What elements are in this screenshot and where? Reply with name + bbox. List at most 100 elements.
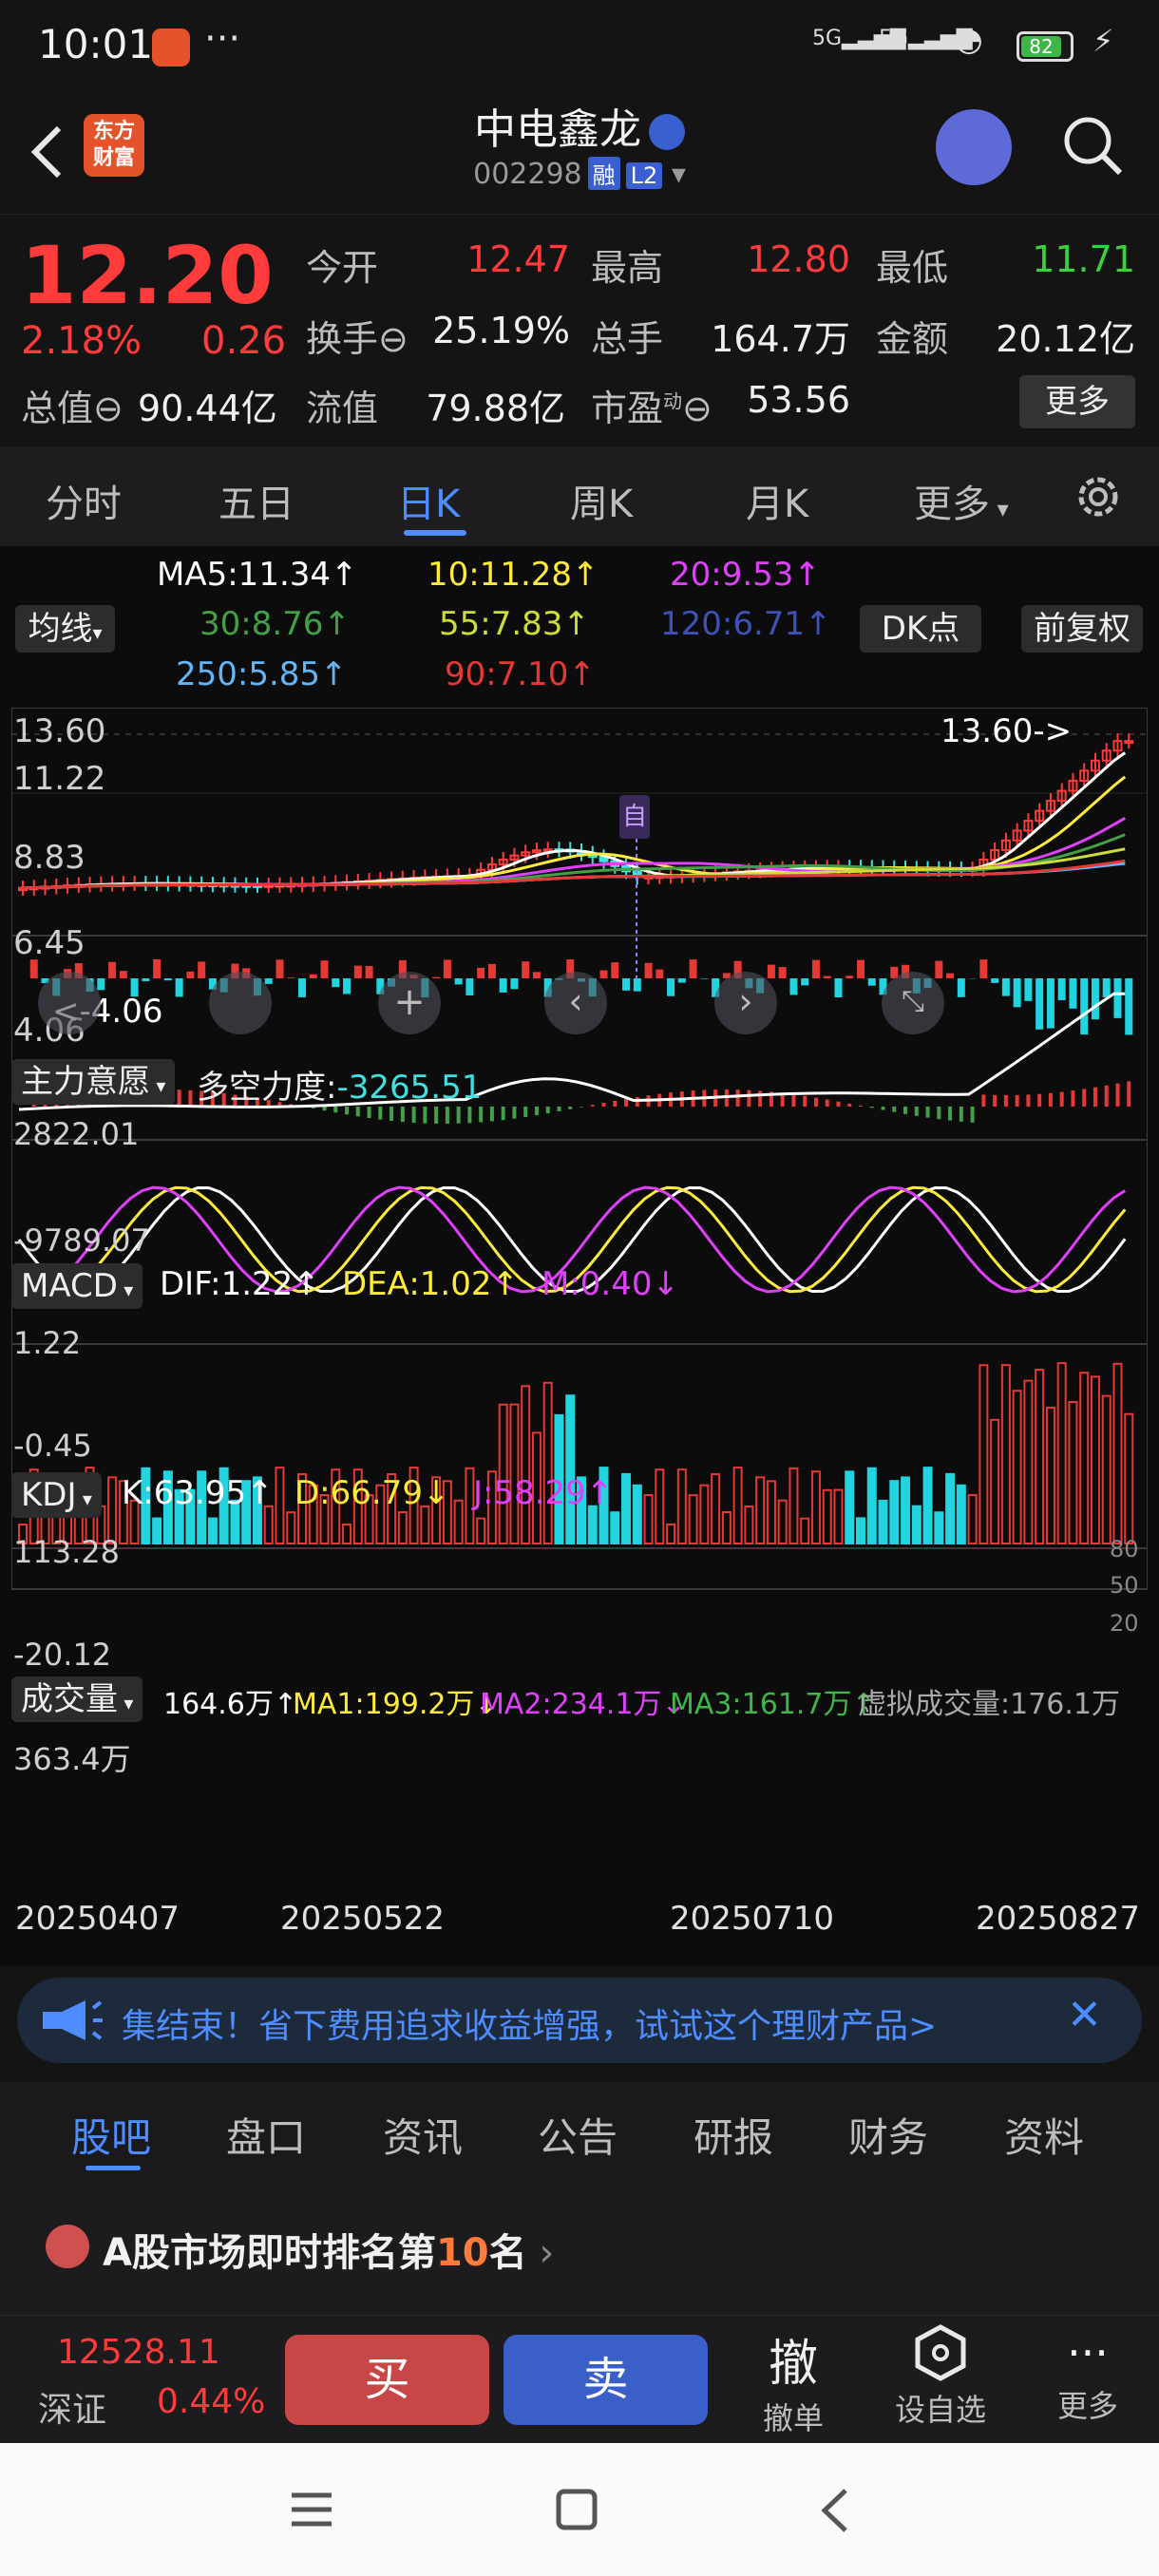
k-chart-area[interactable]: 均线▾ MA5:11.34↑ 10:11.28↑ 20:9.53↑ 30:8.7… [0, 546, 1159, 1966]
vol-ma1: MA1:199.2万↓ [293, 1688, 499, 1721]
flow-bar [477, 967, 485, 978]
quote-panel: 12.20 2.18% 0.26 总值⊖ 90.44亿 今开 12.47 最高 … [0, 214, 1159, 446]
tab-5day[interactable]: 五日 [218, 473, 294, 528]
tab-news[interactable]: 资讯 [383, 2106, 463, 2164]
nav-back-icon[interactable] [819, 2487, 851, 2534]
flow-bar [834, 978, 843, 997]
flow-bar [186, 971, 195, 978]
menu-icon[interactable] [290, 2491, 333, 2529]
kdj-indicator-button[interactable]: KDJ ▾ [11, 1472, 102, 1518]
flow-bar [1001, 978, 1010, 996]
more-label: 更多 [1056, 2388, 1118, 2424]
high-value: 12.80 [747, 238, 850, 280]
date-label-2: 20250522 [280, 1900, 446, 1938]
flow-bar [510, 978, 519, 990]
macd-bar [881, 1107, 885, 1110]
cancel-icon: 撤 [768, 2336, 818, 2393]
ma30-label: 30:8.76↑ [200, 605, 351, 643]
tab-monthly-k[interactable]: 月K [746, 473, 808, 528]
flow-bar [443, 959, 451, 978]
price-axis-2: 11.22 [13, 760, 106, 798]
macd-bar [970, 1107, 975, 1123]
volume-bar [956, 1484, 966, 1544]
add-watchlist-button[interactable]: 设自选 [884, 2323, 998, 2430]
scroll-left-icon[interactable]: ‹ [544, 972, 607, 1034]
search-icon[interactable] [1059, 112, 1126, 179]
flow-bar [1069, 978, 1077, 1009]
volume-bar [1079, 1372, 1090, 1544]
volume-bar [207, 1517, 218, 1545]
settings-gear-icon[interactable] [1072, 470, 1125, 523]
banner-close-icon[interactable]: ✕ [1067, 1991, 1102, 2039]
date-label-1: 20250407 [15, 1900, 180, 1938]
index-value[interactable]: 12528.11 [57, 2333, 220, 2372]
flow-bar [957, 978, 965, 997]
zoom-in-icon[interactable]: + [378, 972, 441, 1034]
flow-bar [522, 961, 530, 978]
more-quote-button[interactable]: 更多 [1019, 375, 1135, 428]
macd-bar [400, 1107, 405, 1123]
market-ranking-row[interactable]: A股市场即时排名第10名 › [0, 2182, 1159, 2315]
hexagon-icon [915, 2324, 966, 2381]
flow-bar [1046, 978, 1054, 1029]
forward-adjust-button[interactable]: 前复权 [1021, 605, 1143, 653]
volume-bar [845, 1470, 855, 1545]
macd-bar [624, 1098, 629, 1107]
float-label: 流值 [306, 388, 379, 429]
macd-bar [423, 1107, 428, 1124]
dk-point-button[interactable]: DK点 [860, 605, 981, 653]
cancel-order-button[interactable]: 撤撤单 [750, 2323, 836, 2438]
flow-bar [298, 978, 306, 997]
margin-tag: 融 [587, 157, 620, 190]
volume-indicator-button[interactable]: 成交量 ▾ [11, 1676, 143, 1722]
sell-button[interactable]: 卖 [504, 2335, 708, 2425]
volume-bar [911, 1505, 922, 1544]
zoom-out-icon[interactable] [209, 972, 272, 1034]
volume-bar [800, 1517, 810, 1544]
flow-bar [532, 972, 541, 978]
macd-bar [434, 1107, 439, 1124]
tab-weekly-k[interactable]: 周K [570, 473, 633, 528]
tab-finance[interactable]: 财务 [848, 2106, 928, 2164]
flow-bar [622, 978, 631, 991]
ma-toggle-button[interactable]: 均线▾ [15, 605, 115, 653]
volume-bar [542, 1381, 553, 1544]
tab-research[interactable]: 研报 [694, 2106, 773, 2164]
macd-bar [813, 1097, 818, 1107]
macd-bar [590, 1105, 595, 1107]
float-value: 79.88亿 [426, 388, 565, 429]
tab-intraday[interactable]: 分时 [46, 473, 122, 528]
flow-bar [1125, 978, 1133, 1035]
flow-bar [198, 961, 206, 978]
tab-profile[interactable]: 资料 [1004, 2106, 1084, 2164]
self-select-marker[interactable]: 自 [619, 795, 650, 839]
more-actions-button[interactable]: ··· 更多 [1040, 2323, 1135, 2426]
flow-indicator-button[interactable]: 主力意愿 ▾ [11, 1059, 176, 1105]
tab-more[interactable]: 更多 ▾ [914, 473, 1009, 528]
scroll-right-icon[interactable]: › [714, 972, 777, 1034]
volume-bar [1124, 1412, 1134, 1544]
promo-banner[interactable]: 集结束！省下费用追求收益增强，试试这个理财产品> ✕ [17, 1978, 1142, 2063]
tab-announcements[interactable]: 公告 [538, 2106, 618, 2164]
tab-forum[interactable]: 股吧 [71, 2106, 151, 2164]
wifi-icon: ◔ [955, 21, 983, 59]
fullscreen-icon[interactable]: ⤡ [882, 972, 944, 1034]
volume-bar [856, 1517, 865, 1544]
self-select-line [636, 839, 637, 981]
tab-daily-k[interactable]: 日K [397, 473, 460, 528]
volume-bar [1035, 1369, 1045, 1544]
home-icon[interactable] [556, 2489, 598, 2530]
volume-bar [822, 1488, 832, 1545]
volume-bar [152, 1517, 162, 1545]
volume-bar [732, 1467, 743, 1544]
banner-text[interactable]: 集结束！省下费用追求收益增强，试试这个理财产品> [122, 1998, 937, 2048]
scroll-left-fast-icon[interactable] [38, 972, 101, 1034]
status-time: 10:01 [38, 21, 154, 67]
assistant-avatar[interactable] [936, 109, 1012, 185]
flow-bar [264, 978, 273, 984]
buy-button[interactable]: 买 [285, 2335, 489, 2425]
tab-orderbook[interactable]: 盘口 [226, 2106, 306, 2164]
candle [1124, 740, 1134, 745]
macd-indicator-button[interactable]: MACD ▾ [11, 1263, 143, 1309]
volume-bar [990, 1418, 1000, 1545]
